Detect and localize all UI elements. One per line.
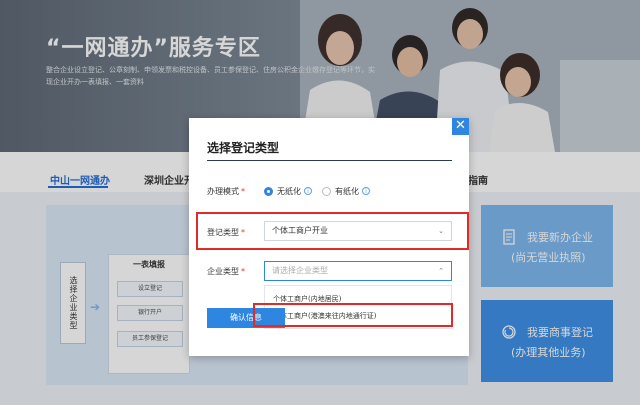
paper-radio[interactable] xyxy=(322,187,331,196)
paperless-radio-label[interactable]: 无纸化 xyxy=(277,186,301,197)
paperless-radio[interactable] xyxy=(264,187,273,196)
modal-divider xyxy=(207,160,452,161)
info-icon[interactable]: i xyxy=(304,187,312,195)
ent-type-select[interactable]: 请选择企业类型 ⌃ xyxy=(264,261,452,281)
ent-type-placeholder: 请选择企业类型 xyxy=(272,266,328,275)
paper-radio-label[interactable]: 有纸化 xyxy=(335,186,359,197)
mode-label: 办理模式 * xyxy=(207,187,245,196)
close-icon[interactable]: ✕ xyxy=(452,118,469,135)
ent-type-label: 企业类型 * xyxy=(207,267,245,276)
modal-title: 选择登记类型 xyxy=(207,141,280,155)
highlight-option xyxy=(253,303,453,327)
chevron-up-icon: ⌃ xyxy=(438,267,444,275)
info-icon[interactable]: i xyxy=(362,187,370,195)
highlight-reg-type xyxy=(196,212,469,250)
